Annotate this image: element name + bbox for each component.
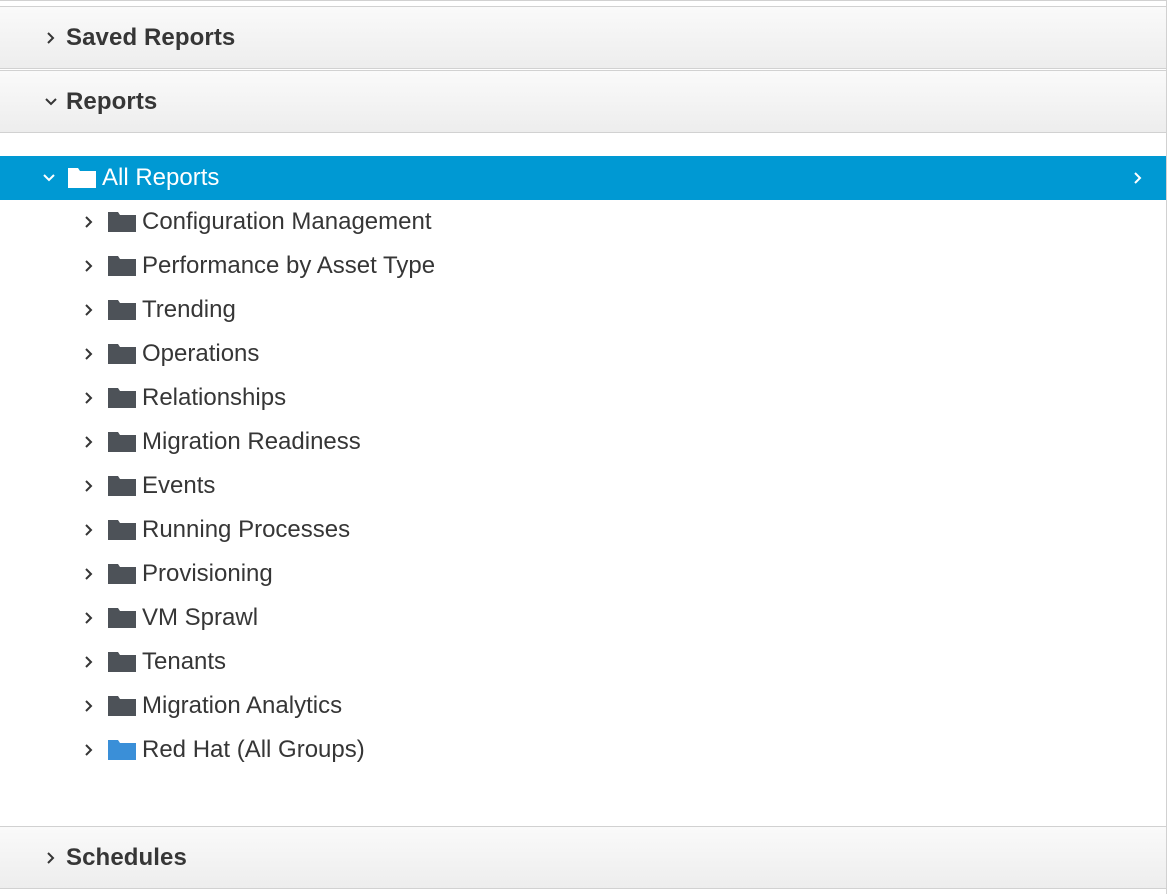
tree-node[interactable]: Migration Readiness — [0, 420, 1166, 464]
folder-icon — [108, 740, 136, 760]
chevron-right-icon[interactable] — [82, 655, 96, 669]
accordion-header-schedules[interactable]: Schedules — [0, 826, 1166, 889]
chevron-right-icon[interactable] — [82, 259, 96, 273]
folder-icon — [108, 300, 136, 320]
tree-node-label: Performance by Asset Type — [142, 252, 436, 279]
tree-node-label: VM Sprawl — [142, 604, 259, 631]
chevron-right-icon[interactable] — [82, 699, 96, 713]
chevron-right-icon[interactable] — [82, 347, 96, 361]
folder-icon — [108, 608, 136, 628]
chevron-down-icon — [44, 95, 58, 109]
tree-node[interactable]: Trending — [0, 288, 1166, 332]
tree-node-label: All Reports — [102, 164, 220, 191]
reports-tree: All Reports Configuration Management Perf… — [0, 156, 1166, 772]
folder-icon — [108, 652, 136, 672]
reports-accordion-panel: Saved Reports Reports All Reports Config… — [0, 0, 1167, 894]
tree-node-label: Configuration Management — [142, 208, 432, 235]
chevron-down-icon[interactable] — [42, 171, 56, 185]
tree-node[interactable]: Provisioning — [0, 552, 1166, 596]
tree-node-label: Events — [142, 472, 216, 499]
accordion-title: Reports — [66, 87, 158, 115]
tree-node-label: Migration Readiness — [142, 428, 361, 455]
tree-node-label: Tenants — [142, 648, 227, 675]
tree-node-label: Migration Analytics — [142, 692, 343, 719]
tree-node[interactable]: VM Sprawl — [0, 596, 1166, 640]
tree-node[interactable]: Migration Analytics — [0, 684, 1166, 728]
tree-node[interactable]: Running Processes — [0, 508, 1166, 552]
accordion-header-saved-reports[interactable]: Saved Reports — [0, 6, 1166, 69]
folder-icon — [108, 344, 136, 364]
accordion-title: Schedules — [66, 843, 187, 871]
accordion-header-reports[interactable]: Reports — [0, 70, 1166, 133]
tree-node-label: Relationships — [142, 384, 287, 411]
chevron-right-icon — [44, 31, 58, 45]
chevron-right-icon — [1132, 171, 1146, 185]
folder-icon — [108, 520, 136, 540]
tree-node[interactable]: Configuration Management — [0, 200, 1166, 244]
chevron-right-icon[interactable] — [82, 391, 96, 405]
tree-node-label: Red Hat (All Groups) — [142, 736, 365, 763]
chevron-right-icon[interactable] — [82, 435, 96, 449]
chevron-right-icon[interactable] — [82, 743, 96, 757]
folder-icon — [108, 388, 136, 408]
tree-node[interactable]: Relationships — [0, 376, 1166, 420]
tree-node-label: Running Processes — [142, 516, 351, 543]
tree-node[interactable]: Events — [0, 464, 1166, 508]
folder-icon — [108, 432, 136, 452]
accordion-title: Saved Reports — [66, 23, 236, 51]
tree-node-label: Operations — [142, 340, 260, 367]
tree-node[interactable]: Tenants — [0, 640, 1166, 684]
folder-icon — [108, 476, 136, 496]
chevron-right-icon[interactable] — [82, 215, 96, 229]
chevron-right-icon[interactable] — [82, 567, 96, 581]
folder-icon — [108, 212, 136, 232]
chevron-right-icon[interactable] — [82, 523, 96, 537]
tree-node-label: Trending — [142, 296, 236, 323]
folder-icon — [108, 696, 136, 716]
tree-node[interactable]: Red Hat (All Groups) — [0, 728, 1166, 772]
chevron-right-icon[interactable] — [82, 611, 96, 625]
chevron-right-icon — [44, 851, 58, 865]
chevron-right-icon[interactable] — [82, 479, 96, 493]
tree-node[interactable]: Operations — [0, 332, 1166, 376]
folder-icon — [108, 256, 136, 276]
folder-icon — [108, 564, 136, 584]
tree-node-all-reports[interactable]: All Reports — [0, 156, 1166, 200]
chevron-right-icon[interactable] — [82, 303, 96, 317]
tree-node[interactable]: Performance by Asset Type — [0, 244, 1166, 288]
tree-node-label: Provisioning — [142, 560, 273, 587]
folder-icon — [68, 168, 96, 188]
